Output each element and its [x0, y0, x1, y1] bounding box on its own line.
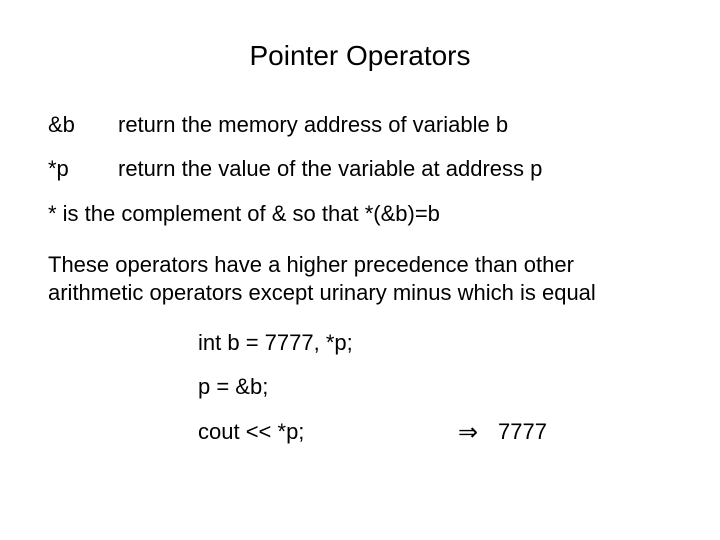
operator-symbol: *p: [48, 156, 118, 182]
code-result: 7777: [498, 419, 547, 445]
code-line: cout << *p;: [198, 419, 438, 445]
operator-description: return the memory address of variable b: [118, 112, 508, 138]
operator-def-row: &b return the memory address of variable…: [48, 112, 672, 138]
code-example: int b = 7777, *p; p = &b; cout << *p; ⇒ …: [198, 330, 672, 447]
operator-description: return the value of the variable at addr…: [118, 156, 542, 182]
precedence-note: These operators have a higher precedence…: [48, 251, 672, 308]
operator-def-row: *p return the value of the variable at a…: [48, 156, 672, 182]
code-line: int b = 7777, *p;: [198, 330, 672, 356]
arrow-icon: ⇒: [438, 418, 498, 447]
code-line: p = &b;: [198, 374, 672, 400]
code-output-row: cout << *p; ⇒ 7777: [198, 418, 672, 447]
operator-symbol: &b: [48, 112, 118, 138]
complement-note: * is the complement of & so that *(&b)=b: [48, 200, 672, 229]
slide-title: Pointer Operators: [48, 40, 672, 72]
